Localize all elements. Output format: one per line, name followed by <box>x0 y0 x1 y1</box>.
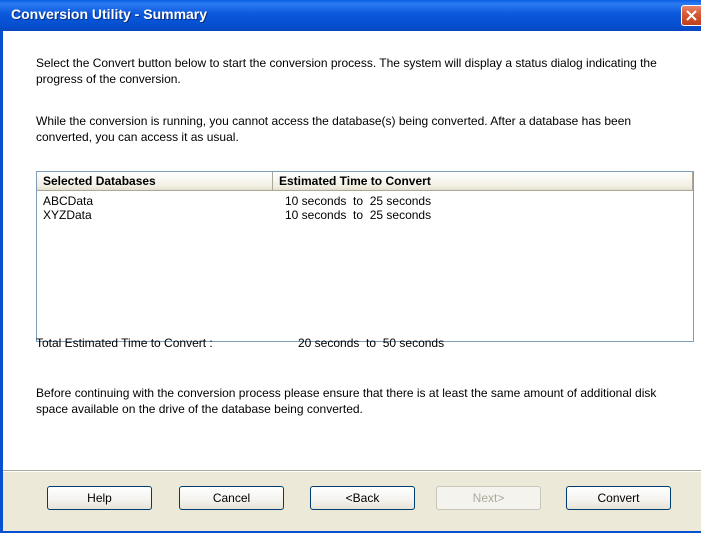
column-header-selected-databases[interactable]: Selected Databases <box>37 172 273 190</box>
column-header-estimated-time[interactable]: Estimated Time to Convert <box>273 172 693 190</box>
list-item-time: 10 seconds to 25 seconds <box>285 208 432 222</box>
list-item[interactable]: XYZData 10 seconds to 25 seconds <box>37 208 693 222</box>
total-time-value: 20 seconds to 50 seconds <box>298 336 445 350</box>
close-icon <box>686 10 697 21</box>
close-button[interactable] <box>681 5 701 26</box>
intro-paragraph-2: While the conversion is running, you can… <box>36 114 632 144</box>
disk-space-notice: Before continuing with the conversion pr… <box>36 386 657 416</box>
total-time-label: Total Estimated Time to Convert : <box>36 336 213 350</box>
list-item-name: ABCData <box>43 194 94 208</box>
list-item[interactable]: ABCData 10 seconds to 25 seconds <box>37 194 693 208</box>
databases-list[interactable]: Selected Databases Estimated Time to Con… <box>36 171 694 342</box>
back-button[interactable]: <Back <box>310 486 415 510</box>
summary-panel: Select the Convert button below to start… <box>0 31 701 533</box>
list-item-name: XYZData <box>43 208 92 222</box>
list-item-time: 10 seconds to 25 seconds <box>285 194 432 208</box>
title-bar[interactable]: Conversion Utility - Summary <box>0 0 701 31</box>
window-title: Conversion Utility - Summary <box>11 6 208 22</box>
next-button: Next> <box>436 486 541 510</box>
button-bar: Help Cancel <Back Next> Convert <box>0 472 701 533</box>
help-button[interactable]: Help <box>47 486 152 510</box>
list-header: Selected Databases Estimated Time to Con… <box>37 172 693 191</box>
convert-button[interactable]: Convert <box>566 486 671 510</box>
intro-paragraph-1: Select the Convert button below to start… <box>36 56 657 86</box>
window-border-left <box>0 31 3 533</box>
cancel-button[interactable]: Cancel <box>179 486 284 510</box>
